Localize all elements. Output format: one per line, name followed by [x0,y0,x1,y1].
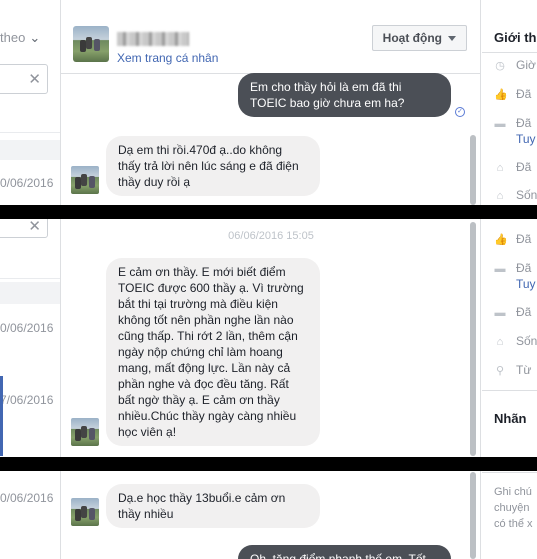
status-label: Hoạt động [382,31,442,45]
sort-label: theo [0,30,26,45]
avatar[interactable] [71,498,99,526]
info-row: ⌂ Sốn [494,188,537,202]
section-header [0,282,60,304]
status-dropdown-button[interactable]: Hoạt động [371,25,467,51]
section-header [0,140,60,160]
conversation-date[interactable]: 0/06/2016 [0,321,53,335]
scrollbar[interactable] [470,222,476,456]
chevron-down-icon: ⌄ [29,30,41,45]
caret-down-icon [448,35,456,41]
like-icon: 👍 [494,89,508,101]
clear-icon[interactable]: ✕ [28,70,41,88]
info-row: ▬ Đã [494,305,532,319]
redaction-band [0,205,537,219]
conversation-date[interactable]: 0/06/2016 [0,176,53,190]
home-icon: ⌂ [496,190,504,202]
avatar[interactable] [71,166,99,194]
avatar[interactable] [71,418,99,446]
message-incoming[interactable]: E cảm ơn thầy. E mới biết điểm TOEIC đượ… [106,258,320,446]
message-incoming[interactable]: Dạ em thi rồi.470đ ạ..do không thấy trả … [106,136,320,196]
divider [482,390,537,391]
message-outgoing[interactable]: Em cho thầy hỏi là em đã thi TOEIC bao g… [238,73,451,117]
briefcase-icon: ▬ [494,118,506,130]
message-incoming[interactable]: Dạ.e học thầy 13buổi.e cảm ơn thầy nhiều [106,484,320,528]
redaction-band [0,457,537,471]
info-row: ⚲ Từ [495,363,532,377]
home-icon: ⌂ [496,336,504,348]
scrollbar[interactable] [470,472,476,559]
view-profile-link[interactable]: Xem trang cá nhân [117,51,218,65]
info-row: ⌂ Sốn [494,334,537,348]
notes-box[interactable]: Ghi chú chuyện có thể x [494,484,533,532]
contact-name-blurred[interactable] [117,32,189,46]
conversation-list-panel: theo ⌄ ✕ 0/06/2016 ✕ 0/06/2016 7/06/2016 … [0,0,61,559]
info-row: 👍 Đã [494,232,532,246]
divider [0,132,60,133]
divider [0,278,60,279]
conversation-date[interactable]: 7/06/2016 [0,393,53,407]
message-outgoing[interactable]: Oh, tăng điểm nhanh thế em. Tốt [238,545,451,559]
labels-title: Nhãn [494,411,527,426]
scrollbar[interactable] [470,135,476,205]
conversation-date[interactable]: 0/06/2016 [0,491,53,505]
info-row: 👍 Đã [494,87,532,101]
sort-dropdown[interactable]: theo ⌄ [0,30,40,46]
info-row-link[interactable]: Tuy [516,277,536,291]
divider [482,472,537,473]
like-icon: 👍 [494,234,508,246]
active-indicator [0,376,3,456]
home-icon: ⌂ [496,162,504,174]
briefcase-icon: ▬ [494,307,506,319]
info-row: ⌂ Đã [494,160,532,174]
chat-header: Xem trang cá nhân Hoạt động [61,14,480,74]
clock-icon: ◷ [495,60,505,72]
about-title: Giới thi [494,30,537,45]
message-timestamp: 06/06/2016 15:05 [228,230,314,242]
avatar[interactable] [73,26,109,62]
info-row: ◷ Giờ [495,58,536,72]
check-circle-icon: ✓ [455,107,465,117]
search-input[interactable]: ✕ [0,64,48,94]
info-panel: Giới thi ◷ Giờ 👍 Đã ▬ Đã Tuy ⌂ Đã ⌂ Sốn 👍 Đã ▬… [482,0,537,559]
info-row: ▬ Đã [494,261,532,275]
divider [482,52,537,53]
location-icon: ⚲ [495,365,505,377]
info-row: ▬ Đã [494,116,532,130]
chat-panel: Xem trang cá nhân Hoạt động Em cho thầy … [61,0,481,559]
briefcase-icon: ▬ [494,263,506,275]
clear-icon[interactable]: ✕ [28,217,41,235]
info-row-link[interactable]: Tuy [516,132,536,146]
